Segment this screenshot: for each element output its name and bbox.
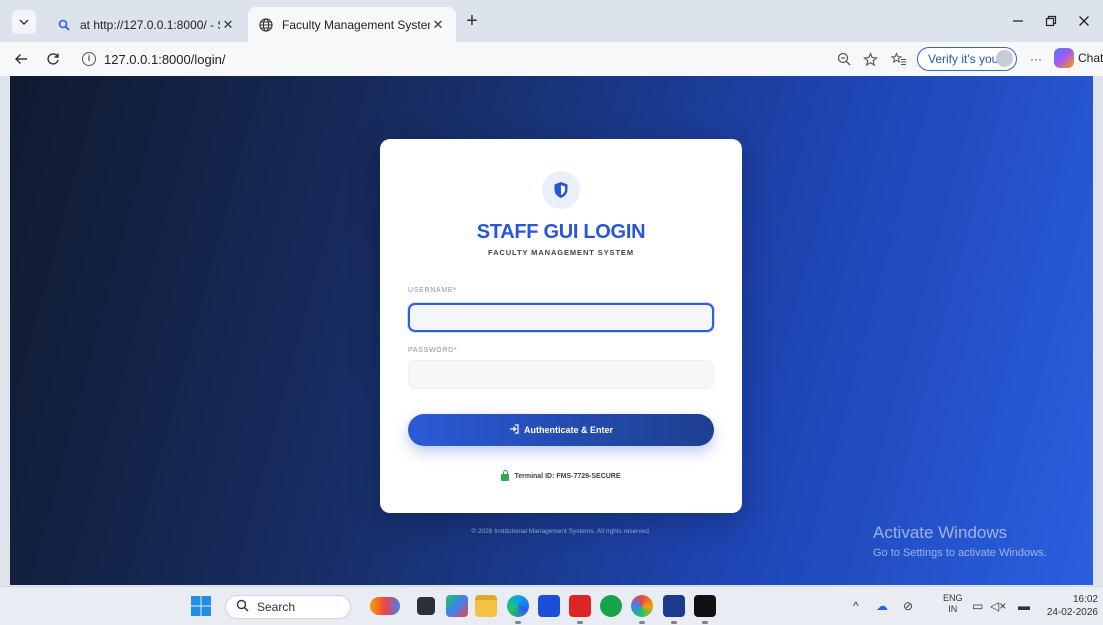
copilot-label: Chat: [1078, 51, 1103, 65]
login-title: STAFF GUI LOGIN: [476, 221, 646, 243]
language-indicator[interactable]: ENG IN: [943, 593, 963, 615]
windows-start-icon[interactable]: [190, 595, 212, 617]
active-indicator: [671, 621, 677, 624]
clock-date: 24-02-2026: [1046, 607, 1098, 618]
tab-label: Faculty Management System: [282, 17, 430, 32]
browser-toolbar: i 127.0.0.1:8000/login/ Verify it's you …: [0, 42, 1103, 76]
task-view-icon[interactable]: [417, 597, 435, 615]
speaker-muted-icon[interactable]: ◁×: [990, 599, 1006, 613]
globe-icon: [258, 17, 274, 33]
back-button[interactable]: [10, 48, 32, 70]
page-footer: © 2026 Institutional Management Systems.…: [471, 528, 651, 535]
refresh-button[interactable]: [42, 48, 64, 70]
restore-icon: [1045, 15, 1057, 27]
minimize-button[interactable]: [1003, 8, 1033, 34]
lock-icon: [501, 470, 510, 481]
onedrive-icon[interactable]: ☁: [876, 599, 888, 613]
username-label: USERNAME*: [408, 287, 457, 294]
login-card: STAFF GUI LOGIN FACULTY MANAGEMENT SYSTE…: [380, 139, 742, 513]
terminal-icon[interactable]: [694, 595, 716, 617]
edge-browser-icon[interactable]: [507, 595, 529, 617]
network-icon[interactable]: ▭: [972, 599, 983, 613]
close-window-button[interactable]: [1069, 8, 1099, 34]
login-subtitle: FACULTY MANAGEMENT SYSTEM: [488, 248, 634, 257]
language-bottom: IN: [948, 604, 958, 614]
tab-search[interactable]: at http://127.0.0.1:8000/ - Search ✕: [46, 7, 246, 42]
address-bar[interactable]: i 127.0.0.1:8000/login/: [72, 47, 832, 71]
minimize-icon: [1013, 20, 1023, 22]
page-viewport: STAFF GUI LOGIN FACULTY MANAGEMENT SYSTE…: [10, 76, 1093, 585]
close-icon: [1079, 16, 1089, 26]
notifications-off-icon[interactable]: ⊘: [903, 599, 913, 613]
activate-windows-watermark: Activate Windows Go to Settings to activ…: [873, 523, 1047, 559]
chevron-up-icon[interactable]: ^: [853, 599, 859, 613]
close-icon[interactable]: ✕: [220, 17, 236, 33]
file-explorer-icon[interactable]: [475, 595, 497, 617]
address-url: 127.0.0.1:8000/login/: [104, 51, 226, 67]
authenticate-button[interactable]: Authenticate & Enter: [408, 414, 714, 446]
shield-icon: [542, 171, 580, 209]
zoom-icon[interactable]: [834, 49, 854, 69]
info-icon[interactable]: i: [82, 52, 96, 66]
tab-strip: at http://127.0.0.1:8000/ - Search ✕ Fac…: [0, 0, 1103, 42]
active-indicator: [702, 621, 708, 624]
taskbar-search[interactable]: Search: [225, 595, 351, 619]
watermark-subtitle: Go to Settings to activate Windows.: [873, 547, 1047, 559]
watermark-title: Activate Windows: [873, 523, 1008, 542]
active-indicator: [515, 621, 521, 624]
tab-actions-menu-button[interactable]: [12, 10, 36, 34]
chrome-icon[interactable]: [631, 595, 653, 617]
wps-office-icon[interactable]: [569, 595, 591, 617]
tab-faculty-management[interactable]: Faculty Management System ✕: [248, 7, 456, 42]
terminal-id: Terminal ID: FMS-7729-SECURE: [380, 470, 742, 481]
clock-time: 16:02: [1072, 594, 1098, 605]
restore-button[interactable]: [1036, 8, 1066, 34]
widgets-icon[interactable]: [370, 597, 400, 615]
search-icon: [56, 17, 72, 33]
password-input[interactable]: [408, 360, 714, 389]
close-icon[interactable]: ✕: [430, 17, 446, 33]
store-icon[interactable]: [538, 595, 560, 617]
refresh-icon: [47, 53, 59, 65]
clock[interactable]: 16:02 24-02-2026: [1043, 593, 1098, 619]
favorites-list-icon[interactable]: [889, 49, 909, 69]
search-icon: [236, 599, 249, 615]
authenticate-label: Authenticate & Enter: [523, 425, 613, 435]
tab-label: at http://127.0.0.1:8000/ - Search: [80, 17, 220, 32]
favorite-star-icon[interactable]: [860, 49, 880, 69]
torrent-icon[interactable]: [600, 595, 622, 617]
active-indicator: [639, 621, 645, 624]
taskbar: Search ^ ☁ ⊘ ENG IN ▭ ◁× ▬ 16:02 24-02-2…: [0, 586, 1103, 625]
avatar: [996, 50, 1013, 67]
chevron-down-icon: [19, 19, 29, 25]
copilot-chat-button[interactable]: Chat: [1054, 48, 1103, 68]
more-options-icon[interactable]: ···: [1026, 49, 1046, 69]
login-arrow-icon: [509, 423, 519, 437]
username-input[interactable]: [408, 303, 714, 332]
battery-icon[interactable]: ▬: [1018, 599, 1030, 613]
terminal-id-text: Terminal ID: FMS-7729-SECURE: [514, 473, 621, 480]
taskbar-search-label: Search: [257, 600, 296, 614]
app-icon[interactable]: [446, 595, 468, 617]
copilot-icon: [1054, 48, 1074, 68]
back-arrow-icon: [15, 54, 27, 64]
active-indicator: [577, 621, 583, 624]
new-tab-button[interactable]: +: [460, 10, 484, 34]
language-top: ENG: [943, 593, 963, 603]
verify-label: Verify it's you: [928, 52, 999, 66]
password-label: PASSWORD*: [408, 347, 458, 354]
verify-profile-button[interactable]: Verify it's you: [917, 47, 1017, 71]
app-a-icon[interactable]: [663, 595, 685, 617]
